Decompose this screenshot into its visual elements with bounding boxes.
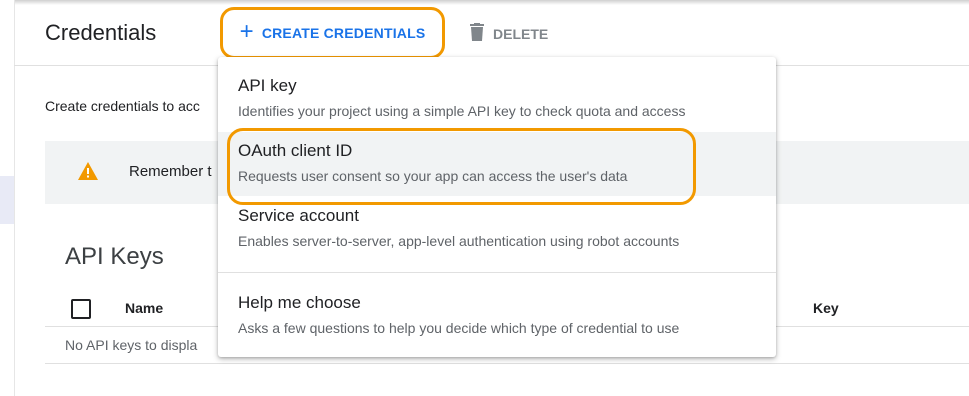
nav-selected-indicator[interactable] [0, 176, 14, 224]
create-credentials-menu: API key Identifies your project using a … [218, 57, 776, 357]
banner-text: Remember t [129, 163, 212, 180]
menu-item-description: Identifies your project using a simple A… [238, 103, 686, 119]
menu-divider [218, 272, 776, 273]
oauth-highlight-outline [227, 128, 696, 205]
trash-icon [470, 23, 484, 44]
column-header-name[interactable]: Name [125, 300, 163, 316]
menu-item-description: Enables server-to-server, app-level auth… [238, 233, 680, 249]
create-credentials-button[interactable]: + CREATE CREDENTIALS [220, 7, 445, 59]
select-all-checkbox[interactable] [71, 299, 91, 319]
table-row-divider [45, 363, 969, 364]
intro-text: Create credentials to acc [45, 98, 200, 114]
delete-button[interactable]: DELETE [470, 23, 548, 44]
menu-item-description: Asks a few questions to help you decide … [238, 320, 680, 336]
menu-item-api-key[interactable]: API key Identifies your project using a … [218, 65, 776, 129]
api-keys-title: API Keys [65, 243, 164, 270]
menu-item-help-me-choose[interactable]: Help me choose Asks a few questions to h… [218, 281, 776, 347]
menu-item-service-account[interactable]: Service account Enables server-to-server… [218, 196, 776, 260]
left-nav-rail [0, 0, 15, 396]
page-title: Credentials [45, 20, 157, 45]
menu-item-title: API key [238, 76, 297, 95]
menu-item-title: Service account [238, 206, 359, 225]
create-credentials-label: CREATE CREDENTIALS [261, 25, 426, 41]
warning-icon [78, 162, 98, 185]
menu-item-title: Help me choose [238, 293, 361, 312]
column-header-key: Key [813, 300, 839, 316]
empty-table-message: No API keys to displa [65, 337, 198, 353]
top-shadow [0, 0, 969, 5]
delete-label: DELETE [493, 25, 549, 42]
plus-icon: + [239, 18, 254, 45]
